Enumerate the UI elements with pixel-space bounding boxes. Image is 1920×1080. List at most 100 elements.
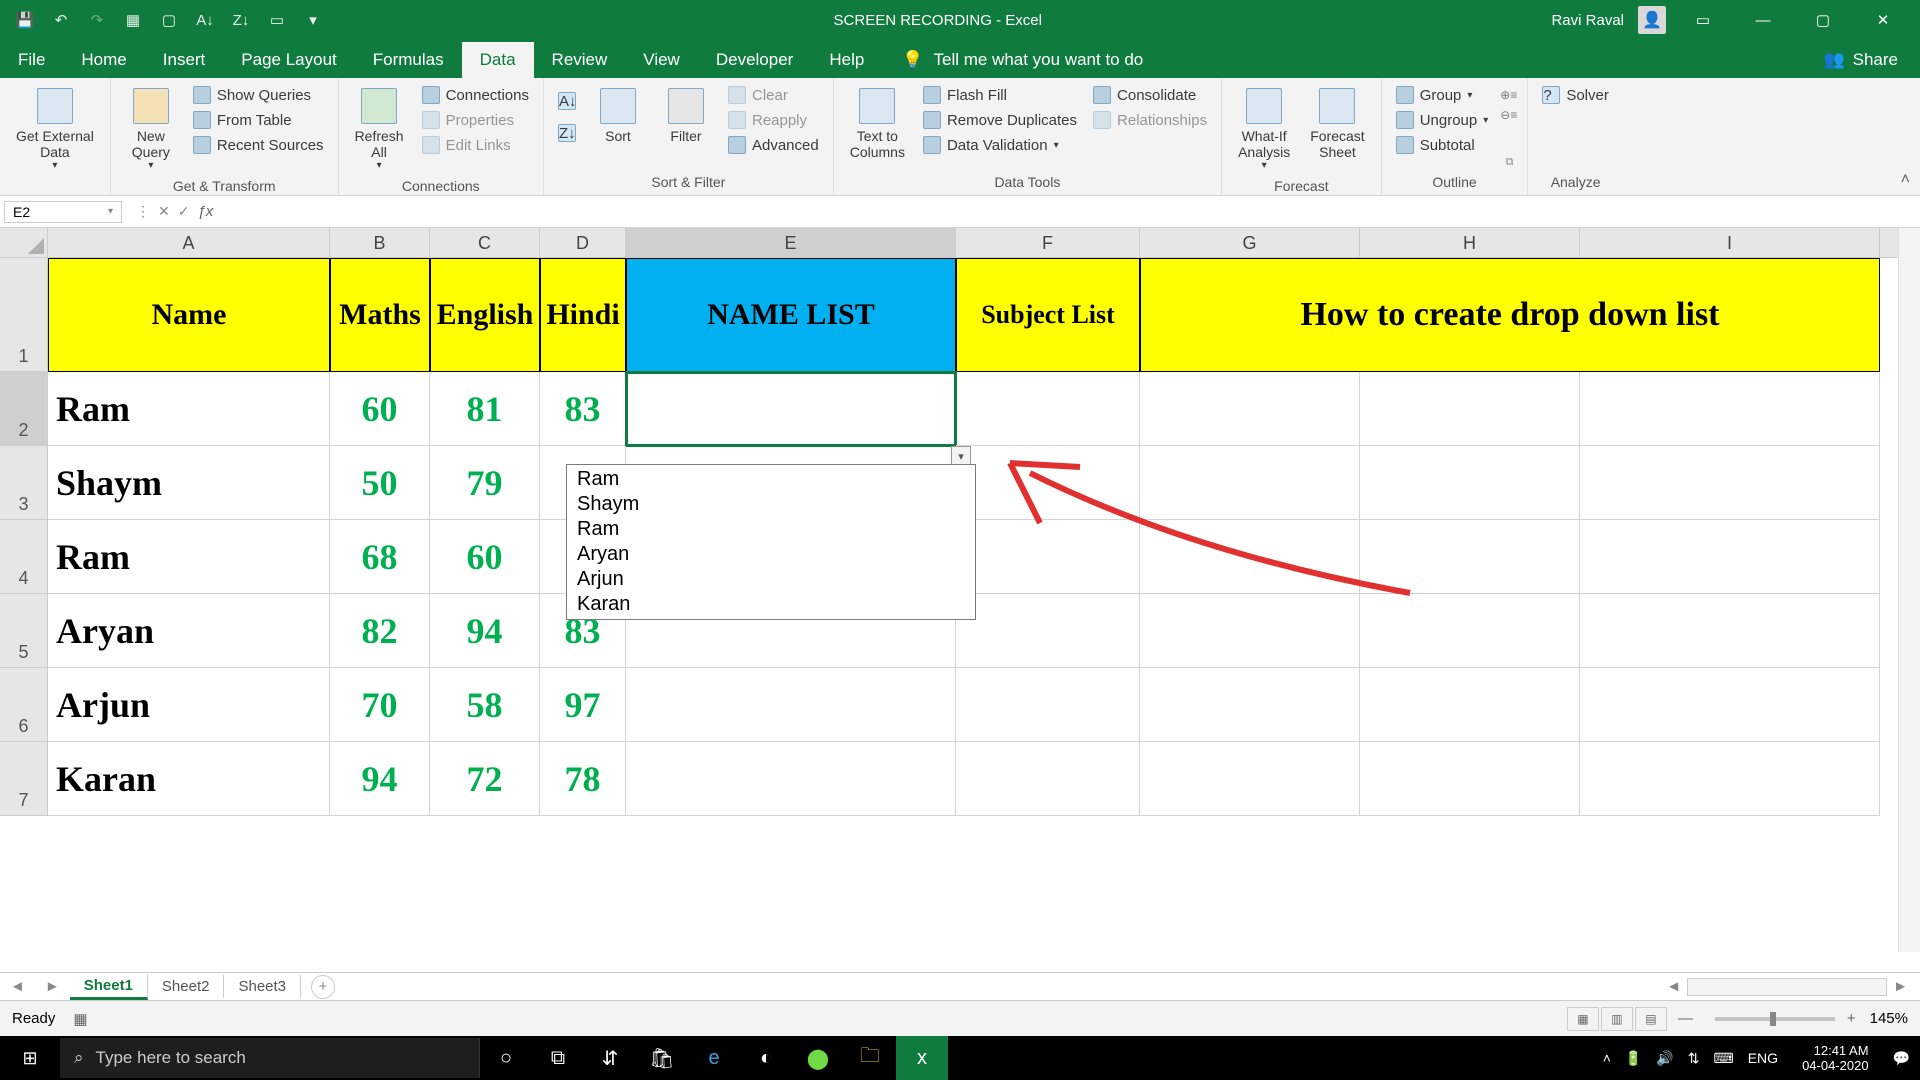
action-center-icon[interactable]: 💬: [1893, 1050, 1910, 1067]
cell-h7[interactable]: [1360, 742, 1580, 816]
ungroup-button[interactable]: Ungroup ▾: [1392, 109, 1493, 131]
save-icon[interactable]: 💾: [12, 7, 38, 33]
minimize-icon[interactable]: —: [1740, 0, 1786, 40]
tab-file[interactable]: File: [0, 42, 63, 78]
cell-f6[interactable]: [956, 668, 1140, 742]
connections-button[interactable]: Connections: [418, 84, 533, 106]
dropdown-option[interactable]: Shaym: [567, 492, 975, 517]
cell-d2[interactable]: 83: [540, 372, 626, 446]
cell-h5[interactable]: [1360, 594, 1580, 668]
col-header-a[interactable]: A: [48, 228, 330, 257]
sheet-tab[interactable]: Sheet3: [224, 975, 301, 998]
cancel-formula-icon[interactable]: ✕: [158, 203, 170, 220]
cell-a2[interactable]: Ram: [48, 372, 330, 446]
cell-b3[interactable]: 50: [330, 446, 430, 520]
cell-h6[interactable]: [1360, 668, 1580, 742]
macro-record-icon[interactable]: ▦: [73, 1010, 87, 1028]
user-name[interactable]: Ravi Raval: [1551, 12, 1624, 29]
cell-c5[interactable]: 94: [430, 594, 540, 668]
taskbar-search[interactable]: ⌕ Type here to search: [60, 1038, 480, 1078]
dropdown-list[interactable]: Ram Shaym Ram Aryan Arjun Karan: [566, 464, 976, 620]
col-header-i[interactable]: I: [1580, 228, 1880, 257]
cell-i7[interactable]: [1580, 742, 1880, 816]
cell-i2[interactable]: [1580, 372, 1880, 446]
clear-button[interactable]: Clear: [724, 84, 823, 106]
row-header-7[interactable]: 7: [0, 742, 48, 816]
row-header-4[interactable]: 4: [0, 520, 48, 594]
col-header-c[interactable]: C: [430, 228, 540, 257]
cell-f1[interactable]: Subject List: [956, 258, 1140, 372]
remove-duplicates-button[interactable]: Remove Duplicates: [919, 109, 1081, 131]
text-to-columns-button[interactable]: Text to Columns: [844, 84, 911, 164]
tab-page-layout[interactable]: Page Layout: [223, 42, 354, 78]
cell-f7[interactable]: [956, 742, 1140, 816]
chrome-icon[interactable]: ◐: [740, 1036, 792, 1080]
tab-formulas[interactable]: Formulas: [355, 42, 462, 78]
volume-icon[interactable]: 🔊: [1656, 1050, 1673, 1067]
forecast-sheet-button[interactable]: Forecast Sheet: [1304, 84, 1370, 164]
page-break-view-button[interactable]: ▤: [1635, 1007, 1667, 1031]
col-header-g[interactable]: G: [1140, 228, 1360, 257]
cell-e7[interactable]: [626, 742, 956, 816]
edge-icon[interactable]: e: [688, 1036, 740, 1080]
tab-view[interactable]: View: [625, 42, 698, 78]
cell-i6[interactable]: [1580, 668, 1880, 742]
cell-b7[interactable]: 94: [330, 742, 430, 816]
taskbar-clock[interactable]: 12:41 AM 04-04-2020: [1792, 1043, 1879, 1073]
show-queries-button[interactable]: Show Queries: [189, 84, 328, 106]
row-header-1[interactable]: 1: [0, 258, 48, 372]
network-icon[interactable]: ⇅: [1688, 1050, 1700, 1067]
store-icon[interactable]: 🛍: [636, 1036, 688, 1080]
col-header-b[interactable]: B: [330, 228, 430, 257]
dropdown-option[interactable]: Aryan: [567, 542, 975, 567]
vertical-scrollbar[interactable]: [1898, 228, 1920, 952]
group-button[interactable]: Group ▾: [1392, 84, 1493, 106]
cell-a7[interactable]: Karan: [48, 742, 330, 816]
enter-formula-icon[interactable]: ✓: [178, 203, 190, 220]
fx-icon[interactable]: ƒx: [197, 203, 213, 220]
get-external-data-button[interactable]: Get External Data▾: [10, 84, 100, 175]
zoom-slider[interactable]: [1715, 1017, 1835, 1021]
cell-h4[interactable]: [1360, 520, 1580, 594]
user-avatar-icon[interactable]: 👤: [1638, 6, 1666, 34]
zoom-in-button[interactable]: +: [1847, 1010, 1856, 1027]
cell-c3[interactable]: 79: [430, 446, 540, 520]
cell-g2[interactable]: [1140, 372, 1360, 446]
cell-i3[interactable]: [1580, 446, 1880, 520]
cell-c2[interactable]: 81: [430, 372, 540, 446]
form-icon[interactable]: ▭: [264, 7, 290, 33]
new-sheet-button[interactable]: +: [311, 975, 335, 999]
hscroll-left-icon[interactable]: ◄: [1666, 978, 1681, 995]
cell-a4[interactable]: Ram: [48, 520, 330, 594]
dropdown-option[interactable]: Arjun: [567, 567, 975, 592]
horizontal-scrollbar[interactable]: [1687, 978, 1887, 996]
name-box[interactable]: E2▾: [4, 201, 122, 223]
page-layout-view-button[interactable]: ▥: [1601, 1007, 1633, 1031]
qat-icon[interactable]: ▦: [120, 7, 146, 33]
sort-button[interactable]: Sort: [588, 84, 648, 148]
edit-links-button[interactable]: Edit Links: [418, 134, 533, 156]
cell-b1[interactable]: Maths: [330, 258, 430, 372]
row-header-3[interactable]: 3: [0, 446, 48, 520]
dialog-launcher-icon[interactable]: ⧉: [1505, 156, 1513, 169]
cell-b2[interactable]: 60: [330, 372, 430, 446]
cell-b6[interactable]: 70: [330, 668, 430, 742]
explorer-icon[interactable]: 🗀: [844, 1036, 896, 1080]
data-validation-button[interactable]: Data Validation ▾: [919, 134, 1081, 156]
dropdown-option[interactable]: Ram: [567, 467, 975, 492]
hscroll-right-icon[interactable]: ►: [1893, 978, 1908, 995]
reapply-button[interactable]: Reapply: [724, 109, 823, 131]
formula-input[interactable]: [223, 198, 1920, 226]
start-button[interactable]: ⊞: [0, 1036, 60, 1080]
fb-more-icon[interactable]: ⋮: [136, 203, 150, 220]
cell-d1[interactable]: Hindi: [540, 258, 626, 372]
cell-b5[interactable]: 82: [330, 594, 430, 668]
cell-h2[interactable]: [1360, 372, 1580, 446]
tab-insert[interactable]: Insert: [145, 42, 224, 78]
tab-developer[interactable]: Developer: [698, 42, 812, 78]
sort-asc-icon[interactable]: A↓: [192, 7, 218, 33]
language-indicator[interactable]: ENG: [1748, 1050, 1778, 1066]
refresh-all-button[interactable]: Refresh All▾: [349, 84, 410, 175]
new-icon[interactable]: ▢: [156, 7, 182, 33]
new-query-button[interactable]: New Query▾: [121, 84, 181, 175]
